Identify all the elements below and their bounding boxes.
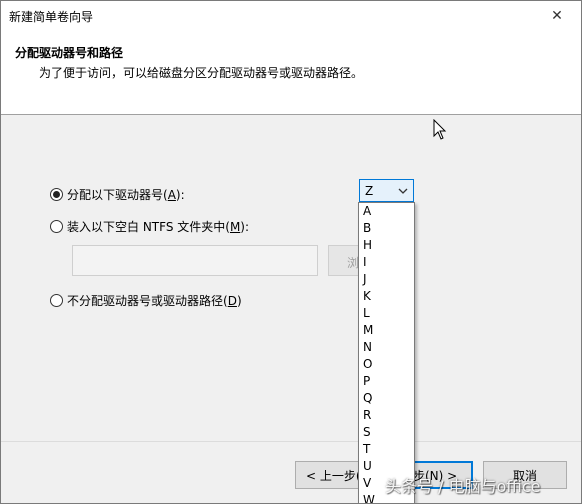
dropdown-item-r[interactable]: R [359, 407, 414, 424]
dropdown-item-k[interactable]: K [359, 288, 414, 305]
mouse-cursor-icon [433, 119, 447, 140]
radio-mount-folder[interactable]: 装入以下空白 NTFS 文件夹中(M): [50, 217, 249, 235]
radio-no-assign[interactable]: 不分配驱动器号或驱动器路径(D) [50, 291, 242, 309]
wizard-header: 分配驱动器号和路径 为了便于访问，可以给磁盘分区分配驱动器号或驱动器路径。 [1, 31, 581, 115]
drive-letter-dropdown-list[interactable]: ABHIJKLMNOPQRSTUVW [358, 202, 415, 503]
radio-assign-letter[interactable]: 分配以下驱动器号(A): [50, 185, 185, 203]
radio-no-assign-label: 不分配驱动器号或驱动器路径(D) [67, 293, 242, 308]
dropdown-item-o[interactable]: O [359, 356, 414, 373]
dropdown-item-n[interactable]: N [359, 339, 414, 356]
title-bar: 新建简单卷向导 ✕ [1, 1, 581, 31]
back-button-label: < 上一步( [306, 468, 361, 483]
dropdown-item-i[interactable]: I [359, 254, 414, 271]
radio-button-checked[interactable] [50, 187, 63, 201]
radio-button[interactable] [50, 219, 63, 233]
dropdown-item-p[interactable]: P [359, 373, 414, 390]
dropdown-item-s[interactable]: S [359, 424, 414, 441]
dropdown-item-m[interactable]: M [359, 322, 414, 339]
drive-letter-selected: Z [365, 184, 374, 198]
dropdown-item-a[interactable]: A [359, 203, 414, 220]
drive-letter-select[interactable]: Z [359, 179, 414, 202]
dropdown-item-t[interactable]: T [359, 441, 414, 458]
dropdown-item-b[interactable]: B [359, 220, 414, 237]
dropdown-item-j[interactable]: J [359, 271, 414, 288]
dropdown-item-l[interactable]: L [359, 305, 414, 322]
dropdown-item-q[interactable]: Q [359, 390, 414, 407]
dropdown-item-h[interactable]: H [359, 237, 414, 254]
wizard-window: 新建简单卷向导 ✕ 分配驱动器号和路径 为了便于访问，可以给磁盘分区分配驱动器号… [0, 0, 582, 504]
page-description: 为了便于访问，可以给磁盘分区分配驱动器号或驱动器路径。 [39, 66, 364, 80]
radio-button[interactable] [50, 293, 63, 307]
page-title: 分配驱动器号和路径 [15, 46, 124, 60]
watermark: 头条号 / 电脑与office [385, 477, 541, 496]
radio-assign-letter-label: 分配以下驱动器号(A): [67, 187, 185, 202]
close-icon: ✕ [551, 8, 563, 24]
radio-mount-folder-label: 装入以下空白 NTFS 文件夹中(M): [67, 219, 250, 234]
close-button[interactable]: ✕ [537, 1, 577, 31]
window-title: 新建简单卷向导 [9, 10, 94, 24]
chevron-down-icon [398, 188, 408, 194]
folder-path-input[interactable] [72, 245, 318, 276]
footer-separator [1, 441, 581, 442]
